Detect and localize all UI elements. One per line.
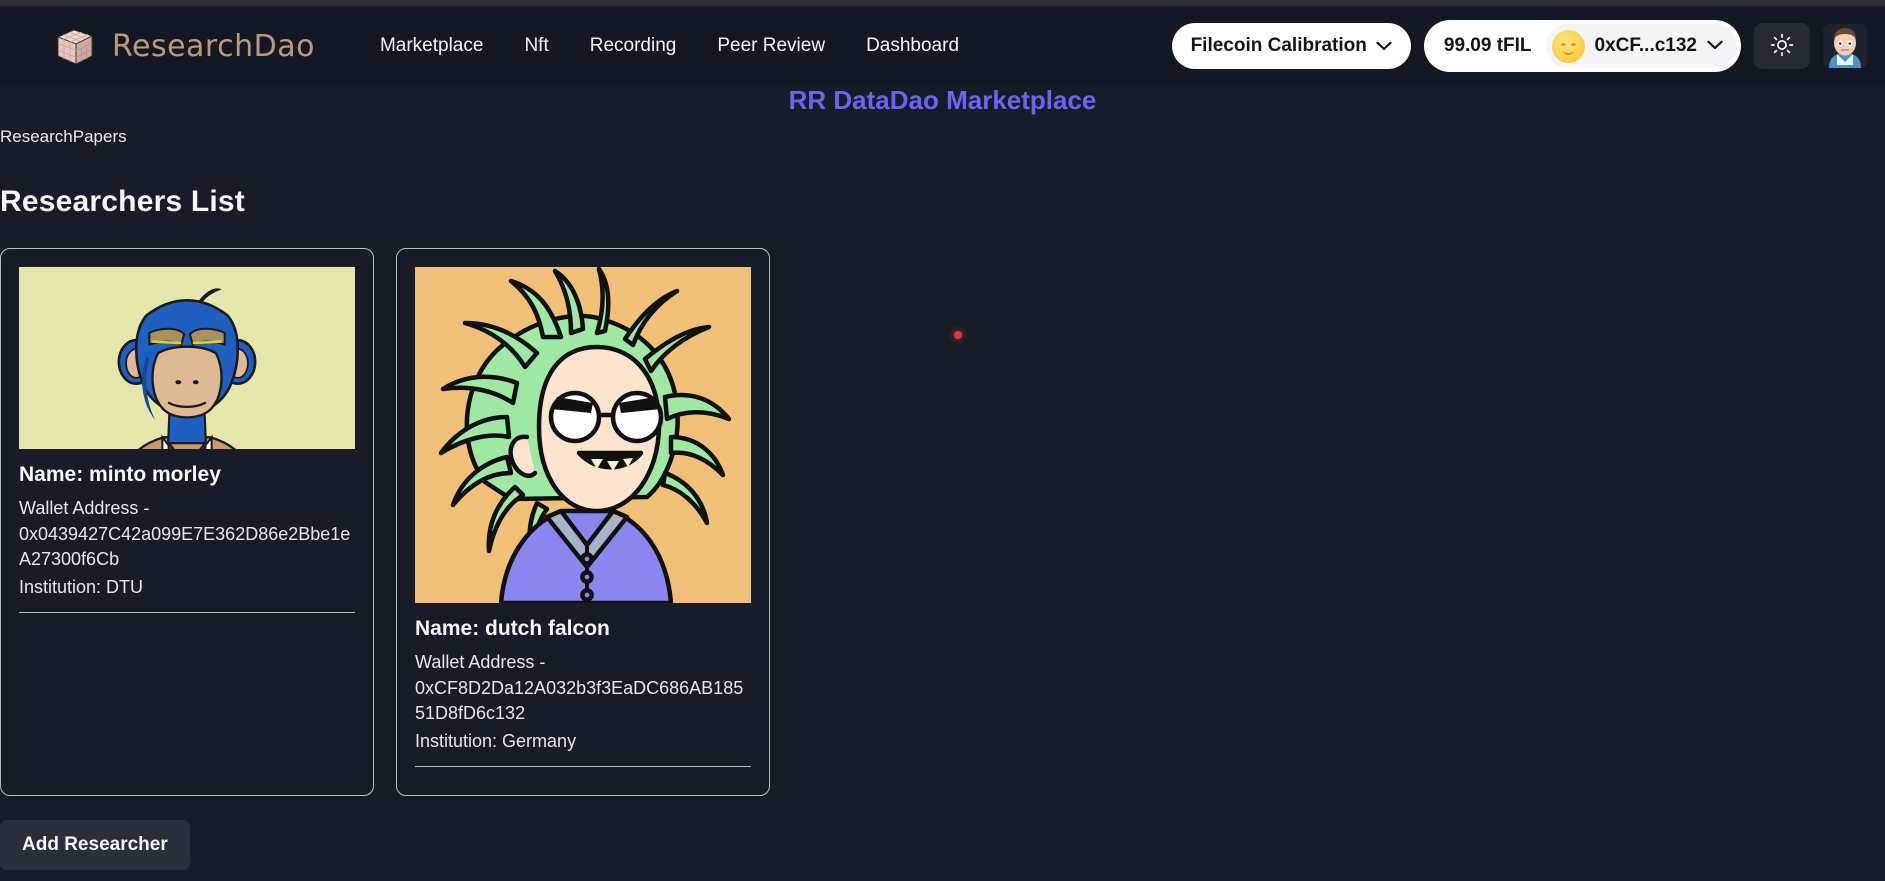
- cube-logo-icon: [52, 23, 98, 69]
- add-researcher-button[interactable]: Add Researcher: [0, 820, 190, 870]
- nav-link-recording[interactable]: Recording: [590, 35, 677, 57]
- card-divider: [19, 612, 355, 614]
- user-avatar-icon[interactable]: [1823, 24, 1867, 68]
- nav-link-nft[interactable]: Nft: [524, 35, 548, 57]
- nav-link-peer-review[interactable]: Peer Review: [717, 35, 825, 57]
- sun-icon: [1770, 33, 1794, 60]
- nav-links: Marketplace Nft Recording Peer Review Da…: [380, 35, 959, 57]
- breadcrumb: ResearchPapers: [0, 127, 127, 146]
- researcher-name: Name: dutch falcon: [415, 617, 610, 640]
- researcher-institution: Institution: Germany: [415, 730, 577, 751]
- chevron-down-icon: [1376, 41, 1392, 51]
- wallet-address: 0xCF...c132: [1594, 35, 1697, 56]
- researchers-list: Name: minto morley Wallet Address - 0x04…: [0, 248, 770, 796]
- page-title: RR DataDao Marketplace: [788, 85, 1097, 115]
- wallet-address-value: 0x0439427C42a099E7E362D86e2Bbe1eA27300f6…: [19, 523, 351, 570]
- wallet-balance: 99.09 tFIL: [1443, 35, 1532, 56]
- green-haired-scientist-avatar-icon: [415, 267, 751, 603]
- researcher-institution: Institution: DTU: [19, 576, 144, 597]
- wallet-jazzicon: [1551, 29, 1585, 63]
- navbar-right-group: Filecoin Calibration 99.09 tFIL 0xCF...c…: [1171, 7, 1867, 85]
- wallet-address-chip[interactable]: 0xCF...c132: [1545, 24, 1737, 68]
- top-navbar: ResearchDao Marketplace Nft Recording Pe…: [0, 7, 1885, 85]
- brand[interactable]: ResearchDao: [52, 23, 315, 69]
- card-divider: [415, 766, 751, 768]
- mouse-cursor-indicator: [954, 331, 962, 339]
- wallet-address-label: Wallet Address -: [19, 498, 150, 519]
- network-selector-label: Filecoin Calibration: [1190, 35, 1367, 56]
- browser-chrome-strip: [0, 0, 1885, 7]
- wallet-address-value: 0xCF8D2Da12A032b3f3EaDC686AB18551D8fD6c1…: [415, 677, 744, 724]
- theme-toggle-button[interactable]: [1754, 23, 1810, 69]
- brand-name: ResearchDao: [112, 28, 315, 64]
- researcher-name: Name: minto morley: [19, 463, 221, 486]
- network-selector[interactable]: Filecoin Calibration: [1171, 23, 1411, 69]
- nav-link-dashboard[interactable]: Dashboard: [866, 35, 959, 57]
- section-heading: Researchers List: [0, 185, 246, 218]
- nav-link-marketplace[interactable]: Marketplace: [380, 35, 484, 57]
- researcher-card[interactable]: Name: minto morley Wallet Address - 0x04…: [0, 248, 374, 796]
- bored-ape-blue-suit-avatar-icon: [19, 267, 355, 449]
- researcher-card[interactable]: Name: dutch falcon Wallet Address - 0xCF…: [396, 248, 770, 796]
- chevron-down-icon: [1707, 37, 1723, 55]
- wallet-address-label: Wallet Address -: [415, 652, 546, 673]
- wallet-connect-button[interactable]: 99.09 tFIL 0xCF...c132: [1423, 20, 1741, 72]
